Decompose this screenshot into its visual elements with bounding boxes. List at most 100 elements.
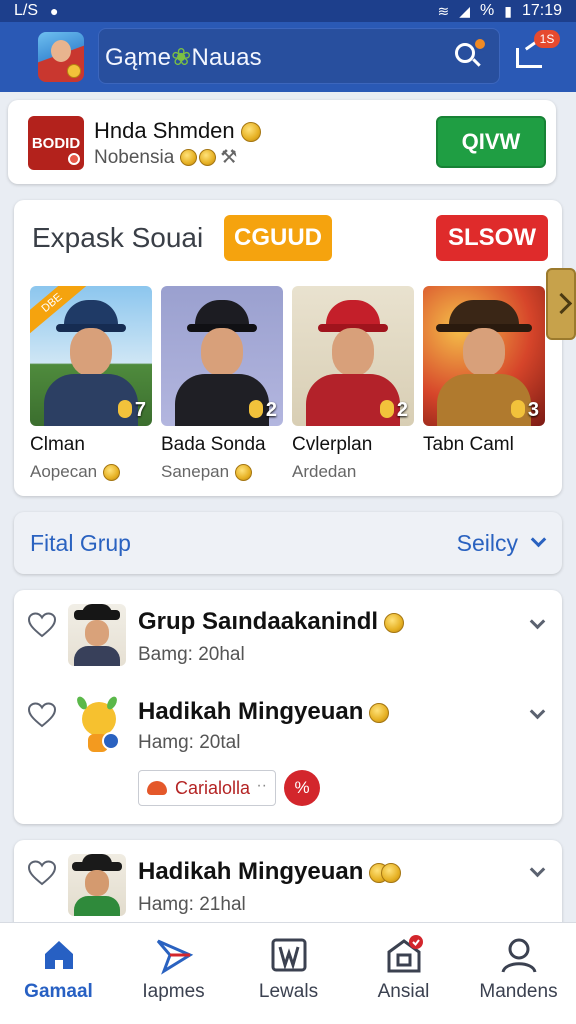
search-button[interactable]	[453, 37, 487, 69]
battery-icon: ▮	[504, 2, 512, 19]
player-photo: 3	[423, 286, 545, 426]
player-score: 2	[379, 399, 408, 422]
tag-red-button[interactable]: SLSOW	[436, 215, 548, 261]
player-card[interactable]: DBE 7 Clman Aopecan	[30, 286, 152, 482]
promo-card[interactable]: BODID Hnda Shmden Nobensia ⚒ QIVW	[8, 100, 556, 184]
book-icon	[269, 935, 309, 975]
wifi-icon: ≋	[437, 2, 450, 19]
promo-subtitle: Nobensia ⚒	[94, 146, 237, 169]
avatar	[68, 604, 126, 666]
player-photo: 2	[292, 286, 414, 426]
more-icon: ··	[256, 777, 267, 794]
group-subtitle: Hamg: 20tal	[138, 732, 241, 753]
nav-rewards[interactable]: Lewals	[231, 923, 346, 1024]
status-bar: L/S ● ≋ ◢ % ▮ 17:19	[0, 0, 576, 22]
filter-label[interactable]: Fital Grup	[30, 530, 131, 557]
bottom-nav: Gamaal Iapmes Lewals Ansial Mandens	[0, 922, 576, 1024]
promo-subtitle-text: Nobensia	[94, 147, 175, 168]
photo-face	[332, 328, 374, 376]
nav-games[interactable]: Iapmes	[116, 923, 231, 1024]
player-card[interactable]: 3 Tabn Caml	[423, 286, 545, 456]
coin-icon	[180, 149, 198, 167]
app-title-suffix: Nauas	[191, 44, 262, 71]
app-title: Gąme❀Nauas	[105, 43, 262, 72]
player-name: Clman	[30, 434, 85, 455]
photo-face	[201, 328, 243, 376]
badge-button[interactable]: %	[284, 770, 320, 806]
status-carrier: L/S	[14, 2, 39, 19]
chevron-down-icon[interactable]	[530, 531, 547, 548]
coin-icon	[248, 400, 263, 418]
group-title-text: Hadikah Mingyeuan	[138, 698, 364, 725]
player-subtitle-text: Aopecan	[30, 462, 98, 481]
group-list: Grup Saındaakanindl Bamg: 20hal Hadikah …	[14, 590, 562, 824]
tag-orange-button[interactable]: CGUUD	[224, 215, 332, 261]
share-badge: 1S	[534, 30, 560, 48]
search-bar[interactable]: Gąme❀Nauas	[98, 28, 500, 84]
share-icon	[516, 48, 542, 68]
promo-view-button[interactable]: QIVW	[436, 116, 546, 168]
chevron-down-icon[interactable]	[529, 861, 546, 878]
group-subtitle: Hamg: 21hal	[138, 894, 246, 915]
coin-icon	[379, 400, 394, 418]
heart-icon[interactable]	[27, 860, 57, 886]
coin-icon	[68, 153, 80, 165]
send-icon	[154, 935, 194, 975]
coin-icon	[67, 64, 81, 78]
player-subtitle: Sanepan	[161, 462, 283, 482]
promo-title-text: Hnda Shmden	[94, 118, 235, 143]
chevron-down-icon[interactable]	[529, 703, 546, 720]
nav-social[interactable]: Ansial	[346, 923, 461, 1024]
nav-label: Lewals	[258, 981, 319, 1002]
avatar	[68, 854, 126, 916]
user-icon	[499, 935, 539, 975]
share-button[interactable]: 1S	[514, 30, 560, 74]
player-score-value: 2	[396, 399, 408, 421]
player-name: Cvlerplan	[292, 434, 373, 455]
nav-label: Ansial	[377, 981, 430, 1002]
nav-label: Mandens	[479, 981, 558, 1002]
profile-avatar[interactable]	[38, 32, 84, 82]
player-score-value: 2	[265, 399, 277, 421]
location-icon: ●	[50, 3, 59, 19]
scroll-next-tab[interactable]	[546, 268, 576, 340]
player-card[interactable]: 2 Cvlerplan Ardedan	[292, 286, 414, 482]
coin-icon	[510, 400, 525, 418]
photo-face	[70, 328, 112, 376]
group-title-text: Grup Saındaakanindl	[138, 608, 379, 635]
group-title: Grup Saındaakanindl	[138, 608, 405, 636]
coin-icon	[381, 862, 402, 883]
player-score-value: 7	[134, 399, 146, 421]
player-subtitle: Aopecan	[30, 462, 152, 482]
player-subtitle-text: Sanepan	[161, 462, 230, 481]
coin-icon	[384, 612, 405, 633]
heart-icon[interactable]	[27, 612, 57, 638]
nav-members[interactable]: Mandens	[461, 923, 576, 1024]
status-time: 17:19	[521, 2, 562, 19]
mascot-icon	[68, 694, 126, 756]
player-score: 7	[117, 399, 146, 422]
player-subtitle: Ardedan	[292, 462, 357, 481]
featured-card: Expask Souai CGUUD SLSOW DBE 7 Clman Aop…	[14, 200, 576, 496]
heart-icon[interactable]	[27, 702, 57, 728]
filter-bar: Fital Grup Seilcy	[14, 512, 562, 574]
nav-home[interactable]: Gamaal	[1, 923, 116, 1024]
coin-icon	[369, 702, 390, 723]
food-icon	[147, 781, 167, 795]
coin-icon	[240, 122, 261, 143]
coin-icon	[103, 464, 121, 482]
app-bar: Gąme❀Nauas 1S	[0, 22, 576, 92]
player-photo: 2	[161, 286, 283, 426]
coin-icon	[199, 149, 217, 167]
chevron-down-icon[interactable]	[529, 613, 546, 630]
coin-icon	[117, 400, 132, 418]
player-score-value: 3	[527, 399, 539, 421]
tag-chip[interactable]: Carialolla ··	[138, 770, 276, 806]
player-score: 2	[248, 399, 277, 422]
photo-face	[463, 328, 505, 376]
player-card[interactable]: 2 Bada Sonda Sanepan	[161, 286, 283, 482]
promo-logo-text: BODID	[31, 134, 81, 152]
sort-select[interactable]: Seilcy	[457, 530, 518, 557]
nav-label: Iapmes	[142, 981, 205, 1002]
group-title: Hadikah Mingyeuan	[138, 858, 402, 886]
